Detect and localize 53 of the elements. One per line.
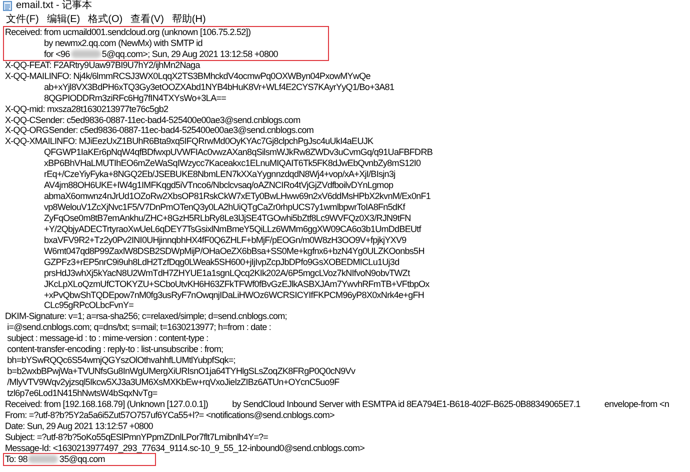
window-title: email.txt - 记事本: [16, 0, 92, 12]
text-line: by newmx2.qq.com (NewMx) with SMTP id: [44, 38, 202, 49]
text-line: QFGWP1IaKEr6pNqW4qfBDfwxpUVWFIAc0vwzAXan8qSilsmWJkRw8ZWDv3uCvmGq/q91UaFBFDRB: [44, 147, 432, 158]
notepad-icon: [3, 1, 12, 11]
text-line: +xPvQbwShTQDEpow7nM0fg3usRyF7nOwqnjIDaLiHWOz6WCRSICYIfFKPCM96yP8X0xNrk4e+gFH: [44, 290, 424, 300]
text-line: ab+xYjl8VX3BdPH6xTQ3Gy3etOOZXAbd1NYB4bHuK8Vr+WLf4E2CYS7KAyrYyQ1/Bo+3A81: [44, 82, 394, 93]
text-line: ZyFqOse0m8tB7emAnkhu/ZHC+8GzH5RLbRy8Le3lJjSE4TGOwhi5bZtf8Lc9WVFQz0X3/RJN9tFN: [44, 212, 411, 224]
text-line: To: 98: [5, 454, 28, 465]
text-line: GZPFz3+rEP5nrC9i9uh8LdH2TzfDqg0LWeak5SH600+jIjIvpZcpJbDPfo9GsXOBEDMICLu1Uj3d: [44, 256, 400, 268]
redaction-blur: [28, 455, 58, 464]
text-line: DKIM-Signature: v=1; a=rsa-sha256; c=relaxed/simple; d=send.cnblogs.com;: [5, 311, 287, 322]
text-line: envelope-from <n: [604, 398, 670, 410]
text-line: X-QQ-MAILINFO: Nj4k/6lmmRCSJ3WX0LqqX2TS3BMhckdV4ocmwPq0OXWByn04PxowMYwQe: [5, 70, 370, 82]
menu-item[interactable]: 格式(O): [87, 12, 124, 26]
text-line: for <96: [44, 48, 70, 60]
text-line: tzl6p7e6Lod1N415hNwtsW4bSqxNvTg=: [6, 388, 158, 399]
text-line: b=b2wxbBPwjWa+TVUNfsGu8InWgUMergXiURIsnO1ja64TYHlgSLsZoqZK8FRgP0Q0cN9Vv: [6, 366, 356, 378]
text-line: content-transfer-encoding : reply-to : list-unsubscribe : from;: [6, 344, 224, 356]
menu-item[interactable]: 帮助(H): [170, 12, 207, 26]
text-line: X-QQ-mid: mxsza28t1630213977te76c5gb2: [5, 104, 168, 115]
text-line: X-QQ-CSender: c5ed9836-0887-11ec-bad4-525400e00ae3@send.cnblogs.com: [5, 114, 300, 126]
text-line: prsHdJ3whXj5kYacN8U2WmTdH7ZHYUE1a1sgnLQcq2KIk202A/6P5mgcLVoz7kNIfvoN9obvTWZt: [44, 268, 410, 279]
text-line: X-QQ-ORGSender: c5ed9836-0887-11ec-bad4-525400e00ae3@send.cnblogs.com: [5, 125, 314, 136]
text-line: 5@qq.com>; Sun, 29 Aug 2021 13:12:58 +0800: [102, 48, 278, 60]
text-line: 35@qq.com: [59, 454, 105, 465]
text-line: X-QQ-XMAILINFO: MJiEezUxZ1BUhR6Bta9xq5IFQRrwMd0OyKYAc7Gj8clpchPgJsc4uUkI4aEUJK: [5, 136, 374, 148]
text-line: JKcLpXLoQzmUfCTOKYZU+SCboUtvKH6H63ZFkTFWf0fBvGzEJlkASBXJAm7YwvhRFmTB+VFtbpOx: [44, 278, 430, 290]
text-line: Received: from ucmaild001.sendcloud.org (unknown [106.75.2.52]): [5, 27, 251, 38]
text-line: Message-Id: <1630213977497_293_77634_9114.sc-10_9_55_12-inbound0@send.cnblogs.com>: [5, 442, 365, 454]
menu-item[interactable]: 编辑(E): [46, 12, 82, 26]
text-line: xBP6BhVHaLMUTIhEO6mZeWaSqIWzycc7Kaceakxc1ELnuMIQAIT6Tk5FK8dJwEbQvnbZy8mS12I0: [44, 158, 421, 170]
text-line: /MlyVTV9Wqv2yjzsql5Ikcw5XJ3a3UM6XsMXKbEw+rqVxoJielzZIBz6ATUn+OYcnC5uo9F: [6, 377, 340, 388]
text-line: by SendCloud Inbound Server with ESMTPA id 8EA794E1-B618-402F-B625-0B88349065E7.1: [232, 398, 580, 410]
text-line: Date: Sun, 29 Aug 2021 13:12:57 +0800: [5, 420, 153, 432]
text-line: +Y/2QbjyADECTrtyraoXwUeL6qDEY7TsGsixlNmBmeY5QiLLz6WMm6ggXW09CA6o3b1UmDdBEUtf: [44, 224, 421, 235]
menu-item[interactable]: 文件(F): [5, 12, 40, 26]
text-line: i=@send.cnblogs.com; q=dns/txt; s=mail; t=1630213977; h=from : date :: [6, 322, 272, 334]
text-line: rEq+/CzeYiyFyka+8NGQ2Eb/JSEBUKE8NbmLEN7kXXaYygnnzdqdN8Wj4+vop/xA+XjI/BIsjn3j: [44, 169, 396, 180]
text-line: From: =?utf-8?b?5Y2a5a6i5Zut57O757uf6YCa55+l?= <notifications@send.cnblogs.com>: [5, 410, 334, 421]
text-line: Subject: =?utf-8?b?5oKo55qESlPmnYPpmZDnlLPor7flt7Lmibnlh4Y=?=: [5, 432, 268, 443]
text-line: subject : message-id : to : mime-version : content-type :: [6, 333, 208, 344]
text-line: CLc95gRPcOLbcFvnY=: [44, 300, 134, 312]
text-line: Received: from [192.168.168.79] (Unknown [127.0.0.1]): [5, 398, 208, 410]
text-line: AV4jm88OH6UKE+IW4g1IMFKqgd5iVTnco6/Nbclcvsaq/oAZNCIRo4tVjGjZVdfboilvDYnLgmop: [44, 180, 394, 192]
text-line: W6mt047qd8P99ZaxlW8DSB2SDWpMijP/OHaOeZX6bBsa+SS0Me+kgfnx6+bzN4Yg0ULZKOonbs5H: [44, 246, 424, 257]
redaction-blur: [70, 50, 101, 58]
text-line: bxaVFV9R2+Tz2y0Pv2INI0UHjinnqbhHX4fF0Q6ZHLF+bMjF/pEOGn/m0W8zH3OO9V+fpjkjYXV9: [44, 234, 406, 246]
text-line: vp8WelouV1ZcXjNvc1F5/V7DnPmOTenQ3y0LA2hUiQTgCaZr0rhpUCS7y1wmlbpwrToIA8Fn5dKf: [44, 202, 405, 213]
menu-item[interactable]: 查看(V): [130, 12, 165, 26]
text-line: bh=bYSwRQQc6S54wmjQGYszOlOthvahhfLUMtlYubpfSqk=;: [6, 355, 236, 366]
text-line: abmaX6omwnz4nJrUd1OZoRw2XbsOP81RskCkW7xETy0BwLHww69n2xV6ddMsHPbX2kvnM/Ex0nF1: [44, 191, 431, 202]
text-line: 8QGPIODDRm3ziRFc6Hg7fIN4TXYsWo+3LA==: [44, 92, 226, 104]
text-line: X-QQ-FEAT: F2ARtry9Uaw97BI9U7hY2/ijhMn2Naga: [5, 60, 200, 71]
